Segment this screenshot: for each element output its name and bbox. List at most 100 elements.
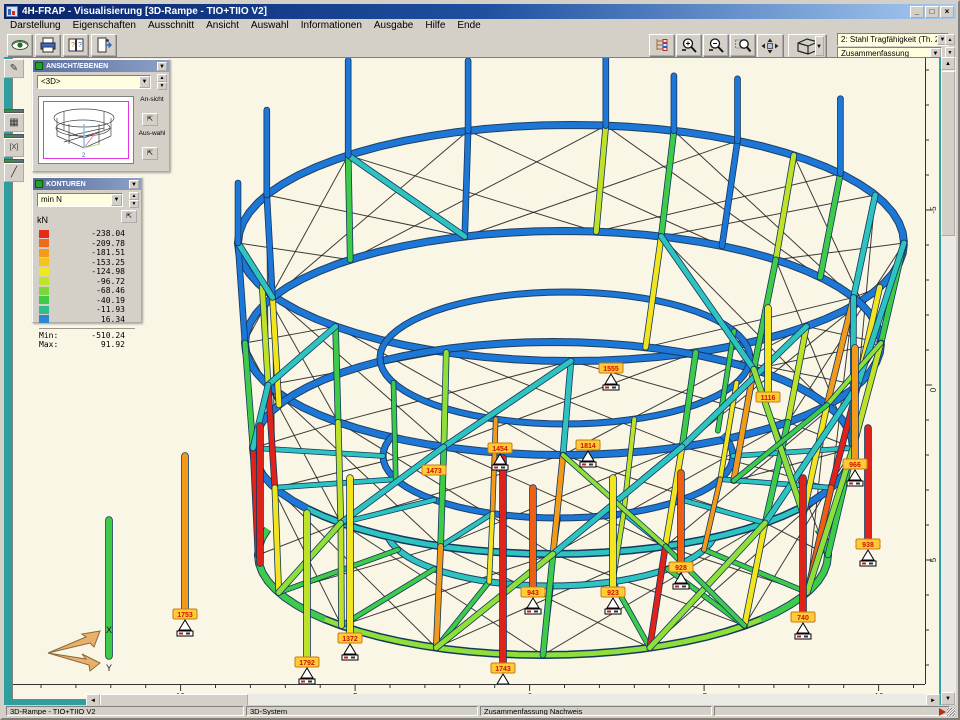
svg-text:1473: 1473	[426, 468, 442, 475]
resize-grip[interactable]	[947, 708, 955, 716]
mesh-palette-button[interactable]: ▦	[4, 113, 24, 132]
view-spinner[interactable]: ▲▼	[157, 74, 167, 90]
panel-icon	[35, 62, 43, 70]
member-tag: 1555	[599, 363, 623, 373]
pan-button[interactable]	[757, 34, 783, 58]
zoom-window-button[interactable]	[730, 34, 755, 56]
menu-ende[interactable]: Ende	[451, 19, 486, 32]
svg-text:966: 966	[849, 462, 861, 469]
panel-title-bar[interactable]: KONTUREN ▼	[33, 178, 141, 190]
zoom-out-button[interactable]	[703, 34, 728, 56]
status-bar: 3D-Rampe - TIO+TIIO V23D-SystemZusammenf…	[4, 705, 956, 716]
status-field-2: 3D-System	[246, 706, 478, 716]
view-3d-dropdown-arrow[interactable]: ▼	[815, 36, 824, 56]
member-tag: 943	[521, 587, 545, 597]
menu-informationen[interactable]: Informationen	[295, 19, 368, 32]
draw-tool-button[interactable]: ✎	[4, 59, 24, 78]
app-icon	[6, 6, 18, 17]
title-bar: 4H-FRAP - Visualisierung [3D-Rampe - TIO…	[4, 4, 956, 19]
member-tag: 928	[669, 562, 693, 572]
menu-auswahl[interactable]: Auswahl	[245, 19, 295, 32]
member-tag: 1473	[422, 465, 446, 475]
view-eye-button[interactable]	[7, 34, 32, 56]
panel-close-icon[interactable]: ▼	[157, 62, 167, 71]
maximize-button[interactable]: □	[925, 6, 939, 18]
close-button[interactable]: ×	[940, 6, 954, 18]
chevron-down-icon[interactable]: ▼	[111, 194, 122, 206]
scroll-up-icon[interactable]: ▲	[941, 57, 955, 70]
ansicht-apply-button[interactable]: ⇱	[142, 113, 158, 126]
tree-icon	[653, 37, 671, 53]
svg-text:943: 943	[527, 590, 539, 597]
legend-row: -153.25	[39, 258, 135, 268]
minimize-button[interactable]: _	[910, 6, 924, 18]
svg-text:1372: 1372	[342, 636, 358, 643]
ansicht-ebenen-panel: ANSICHT/EBENEN ▼ <3D> ▼ ▲▼	[32, 59, 170, 172]
svg-text:740: 740	[797, 615, 809, 622]
menu-hilfe[interactable]: Hilfe	[419, 19, 451, 32]
menu-ausschnitt[interactable]: Ausschnitt	[142, 19, 200, 32]
menu-bar: DarstellungEigenschaftenAusschnittAnsich…	[4, 19, 956, 32]
scroll-down-icon[interactable]: ▼	[941, 692, 955, 705]
svg-text:0: 0	[929, 387, 938, 392]
manual-button[interactable]: ??	[63, 34, 88, 56]
auswahl-apply-button[interactable]: ⇱	[142, 147, 158, 160]
svg-text:2: 2	[82, 153, 86, 158]
legend-row: -181.51	[39, 248, 135, 258]
vertical-scroll-thumb[interactable]	[941, 71, 955, 236]
quantity-spinner[interactable]: ▲▼	[129, 192, 139, 208]
svg-text:5: 5	[929, 557, 938, 562]
client-area: 1753137217921743943923928740938966111615…	[4, 57, 956, 708]
view-thumbnail[interactable]: 2	[38, 96, 134, 164]
element-tree-button[interactable]	[649, 34, 674, 56]
legend-row: -209.78	[39, 239, 135, 249]
app-window: 4H-FRAP - Visualisierung [3D-Rampe - TIO…	[0, 0, 960, 720]
axis-y-label: Y	[106, 663, 112, 673]
menu-ausgabe[interactable]: Ausgabe	[368, 19, 419, 32]
member-tag: 1753	[173, 609, 197, 619]
svg-text:1792: 1792	[299, 660, 315, 667]
member-tag: 923	[601, 587, 625, 597]
member-tag: 1743	[491, 663, 515, 673]
vertical-scrollbar[interactable]: ▲ ▼	[941, 57, 956, 705]
konturen-panel: KONTUREN ▼ min N ▼ ▲▼ kN ⇱ -238.04-209.7…	[32, 177, 142, 323]
print-button[interactable]	[35, 34, 60, 56]
member-tag: 1454	[488, 443, 512, 453]
member-palette-button[interactable]: ╱	[4, 163, 24, 182]
toolbar: ?? ▼ 2: Stahl Tragfähigkeit (Th. 2. O ▼	[4, 32, 956, 57]
legend-row: -124.98	[39, 267, 135, 277]
svg-text:?: ?	[71, 42, 75, 49]
unit-apply-button[interactable]: ⇱	[121, 210, 137, 223]
max-label: Max:	[39, 340, 58, 349]
numbering-palette-button[interactable]: [X]	[4, 138, 24, 157]
menu-eigenschaften[interactable]: Eigenschaften	[67, 19, 142, 32]
status-field-3: Zusammenfassung Nachweis	[480, 706, 712, 716]
zoom-in-icon	[680, 37, 698, 53]
status-field-4	[714, 706, 950, 716]
exit-button[interactable]	[91, 34, 116, 56]
loadcase-dropdown[interactable]: 2: Stahl Tragfähigkeit (Th. 2. O ▼	[837, 33, 949, 46]
menu-darstellung[interactable]: Darstellung	[4, 19, 67, 32]
svg-text:?: ?	[78, 42, 82, 49]
member-tag: 1792	[295, 657, 319, 667]
window-title: 4H-FRAP - Visualisierung [3D-Rampe - TIO…	[22, 6, 909, 17]
panel-close-icon[interactable]: ▼	[129, 180, 139, 189]
ansicht-label: An-sicht	[137, 96, 167, 103]
menu-ansicht[interactable]: Ansicht	[200, 19, 245, 32]
legend-row: 16.34	[39, 315, 135, 325]
axis-x-label: X	[106, 625, 112, 635]
zoom-window-icon	[734, 37, 752, 53]
result-spinner[interactable]: ▲ ▼	[945, 34, 955, 58]
view-select-dropdown[interactable]: <3D> ▼	[37, 75, 151, 89]
panel-title-bar[interactable]: ANSICHT/EBENEN ▼	[33, 60, 169, 72]
chevron-down-icon[interactable]: ▼	[139, 76, 150, 88]
thumbnail-wireframe: 2	[44, 102, 128, 158]
svg-text:1753: 1753	[177, 612, 193, 619]
member-tag: 1814	[576, 440, 600, 450]
quantity-dropdown[interactable]: min N ▼	[37, 193, 123, 207]
legend-row: -11.93	[39, 305, 135, 315]
exit-door-icon	[95, 37, 113, 53]
view-3d-button[interactable]: ▼	[788, 34, 826, 58]
zoom-in-button[interactable]	[676, 34, 701, 56]
spinner-up-icon[interactable]: ▲	[945, 34, 955, 45]
